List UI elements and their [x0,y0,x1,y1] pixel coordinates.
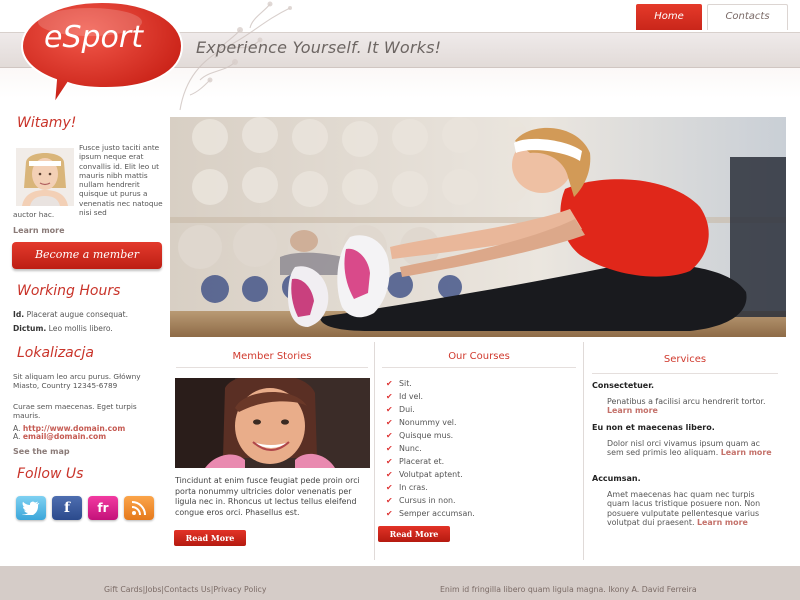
service-text: Penatibus a facilisi arcu hendrerit tort… [607,397,779,416]
course-item-label: Semper accumsan. [399,509,475,518]
course-item-label: Nunc. [399,444,422,453]
service-heading: Eu non et maecenas libero. [592,423,715,432]
course-item[interactable]: ✔ In cras. [386,481,475,494]
address-text: Sit aliquam leo arcu purus. Główny Miast… [13,372,141,390]
twitter-icon[interactable] [16,496,46,520]
email-prefix: A. [13,432,21,441]
footer-link[interactable]: Privacy Policy [213,585,266,594]
service-learn-more-link[interactable]: Learn more [721,448,772,457]
checkmark-icon: ✔ [386,496,393,505]
title-underline [592,373,778,374]
nav-home[interactable]: Home [636,4,702,30]
service-heading: Accumsan. [592,474,641,483]
email-link[interactable]: email@domain.com [23,432,106,441]
service-text-body: Penatibus a facilisi arcu hendrerit tort… [607,397,766,406]
service-learn-more-link[interactable]: Learn more [697,518,748,527]
course-item-label: Id vel. [399,392,424,401]
course-item[interactable]: ✔ Volutpat aptent. [386,468,475,481]
member-stories-text: Tincidunt at enim fusce feugiat pede pro… [175,476,360,517]
courses-list: ✔ Sit. ✔ Id vel. ✔ Dui. ✔ Nonummy vel. ✔ Quisque … [386,377,475,520]
checkmark-icon: ✔ [386,457,393,466]
location-heading: Lokalizacja [17,345,94,361]
course-item-label: In cras. [399,483,428,492]
service-text: Dolor nisl orci vivamus ipsum quam ac se… [607,439,779,458]
stories-read-more-button[interactable]: Read More [174,530,246,546]
title-underline [176,367,368,368]
column-divider [374,342,375,560]
avatar [16,148,74,206]
member-story-photo [175,378,370,468]
footer-link[interactable]: Jobs [145,585,161,594]
footer-link[interactable]: Contacts Us [164,585,211,594]
service-learn-more-link[interactable]: Learn more [607,406,658,415]
friendfeed-icon[interactable]: fr [88,496,118,520]
footer-links: Gift Cards|Jobs|Contacts Us|Privacy Poli… [104,585,266,594]
services-title: Services [663,354,707,365]
hours-day: Id. [13,310,25,319]
welcome-learn-more-link[interactable]: Learn more [13,226,65,235]
course-item-label: Dui. [399,405,415,414]
become-member-button[interactable]: Become a member [12,242,162,269]
course-item-label: Volutpat aptent. [399,470,463,479]
checkmark-icon: ✔ [386,483,393,492]
course-item-label: Cursus in non. [399,496,456,505]
email-line: A. email@domain.com [13,432,106,441]
hours-line: Id. Placerat augue consequat. [13,310,128,319]
welcome-heading: Witamy! [17,115,77,131]
checkmark-icon: ✔ [386,431,393,440]
checkmark-icon: ✔ [386,418,393,427]
member-stories-title: Member Stories [232,351,312,362]
working-hours-heading: Working Hours [17,283,121,299]
checkmark-icon: ✔ [386,392,393,401]
hero-image-stretching-woman [170,117,786,337]
course-item[interactable]: ✔ Cursus in non. [386,494,475,507]
checkmark-icon: ✔ [386,379,393,388]
welcome-text-tail: auctor hac. [13,210,55,219]
course-item[interactable]: ✔ Nunc. [386,442,475,455]
course-item-label: Placerat et. [399,457,445,466]
checkmark-icon: ✔ [386,470,393,479]
logo-text: eSport [44,20,143,55]
course-item-label: Quisque mus. [399,431,454,440]
checkmark-icon: ✔ [386,444,393,453]
footer-link[interactable]: Gift Cards [104,585,143,594]
course-item-label: Nonummy vel. [399,418,457,427]
course-item[interactable]: ✔ Quisque mus. [386,429,475,442]
course-item-label: Sit. [399,379,412,388]
location-note: Curae sem maecenas. Eget turpis mauris. [13,402,137,420]
course-item[interactable]: ✔ Id vel. [386,390,475,403]
service-text: Amet maecenas hac quam nec turpis quam l… [607,490,779,528]
courses-read-more-button[interactable]: Read More [378,526,450,542]
our-courses-title: Our Courses [448,351,510,362]
checkmark-icon: ✔ [386,405,393,414]
service-heading: Consectetuer. [592,381,655,390]
hours-text: Leo mollis libero. [48,324,113,333]
course-item[interactable]: ✔ Nonummy vel. [386,416,475,429]
course-item[interactable]: ✔ Semper accumsan. [386,507,475,520]
footer-copyright: Enim id fringilla libero quam ligula mag… [440,585,697,594]
checkmark-icon: ✔ [386,509,393,518]
course-item[interactable]: ✔ Sit. [386,377,475,390]
course-item[interactable]: ✔ Dui. [386,403,475,416]
hours-line: Dictum. Leo mollis libero. [13,324,113,333]
welcome-text: Fusce justo taciti ante ipsum neque erat… [79,143,163,218]
follow-us-heading: Follow Us [17,466,84,482]
nav-contacts[interactable]: Contacts [707,4,788,30]
hours-day: Dictum. [13,324,47,333]
see-map-link[interactable]: See the map [13,447,70,456]
footer [0,566,800,600]
hours-text: Placerat augue consequat. [26,310,129,319]
course-item[interactable]: ✔ Placerat et. [386,455,475,468]
rss-icon[interactable] [124,496,154,520]
tagline: Experience Yourself. It Works! [196,38,442,57]
column-divider [583,342,584,560]
facebook-icon[interactable]: f [52,496,82,520]
title-underline [382,367,576,368]
